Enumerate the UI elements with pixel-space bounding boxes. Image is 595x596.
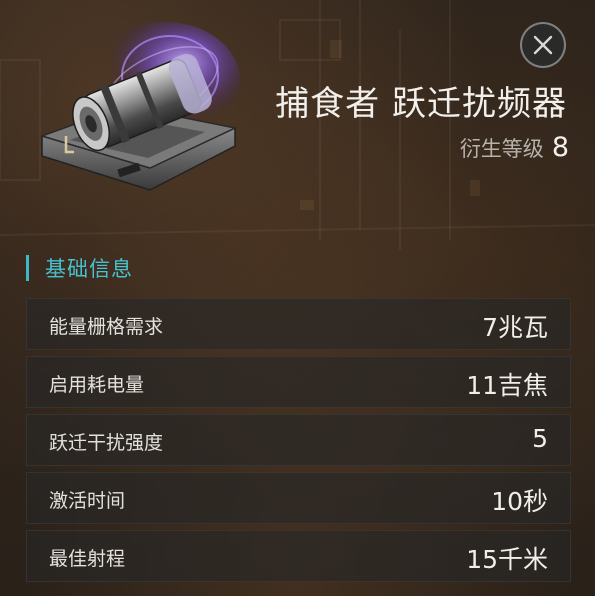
stats-list: 能量栅格需求 7兆瓦 启用耗电量 11吉焦 跃迁干扰强度 5 激活时间 10秒 … [26,298,571,588]
stat-value: 5 [532,424,548,453]
stat-row-powergrid: 能量栅格需求 7兆瓦 [26,298,571,350]
close-x-icon [533,35,553,55]
meta-level-label: 衍生等级 [459,137,544,161]
meta-level: 衍生等级 8 [460,132,569,163]
item-title: 捕食者 跃迁扰频器 [275,84,567,124]
section-accent-bar [26,255,29,281]
stat-label: 能量栅格需求 [49,316,164,338]
stat-value: 15千米 [466,545,548,574]
meta-level-value: 8 [551,132,569,163]
stat-row-scramble-strength: 跃迁干扰强度 5 [26,414,571,466]
section-title: 基础信息 [45,257,133,281]
stat-value: 10秒 [491,487,548,516]
stat-label: 启用耗电量 [49,374,145,396]
stat-label: 最佳射程 [49,548,126,570]
stat-value: 7兆瓦 [482,313,548,342]
stat-row-activation-cost: 启用耗电量 11吉焦 [26,356,571,408]
section-header-basic-info: 基础信息 [26,254,133,282]
item-info-panel: 捕食者 跃迁扰频器 衍生等级 8 基础信息 能量栅格需求 7兆瓦 启用耗电量 1… [0,0,595,596]
stat-label: 激活时间 [49,490,126,512]
close-button[interactable] [520,22,566,68]
warp-scrambler-module-icon [39,22,240,191]
stat-label: 跃迁干扰强度 [49,432,164,454]
stat-row-optimal-range: 最佳射程 15千米 [26,530,571,582]
stat-row-activation-time: 激活时间 10秒 [26,472,571,524]
stat-value: 11吉焦 [466,371,548,400]
